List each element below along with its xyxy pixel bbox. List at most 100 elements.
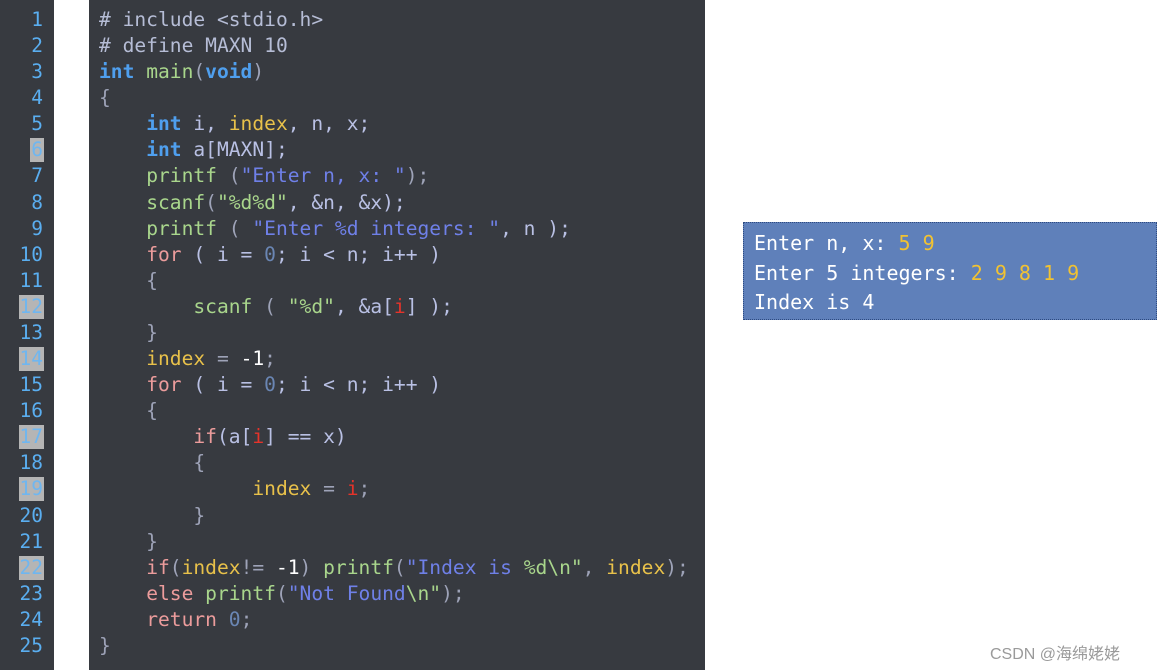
code-token: = [205, 347, 241, 371]
code-line: if(a[i] == x) [99, 424, 346, 450]
code-line: for ( i = 0; i < n; i++ ) [99, 242, 441, 268]
code-token: else [146, 581, 194, 605]
line-number-label: 25 [19, 633, 43, 657]
code-token: ( [205, 190, 217, 214]
console-prompt: Enter 5 integers: [754, 260, 971, 285]
code-token: ( [193, 60, 206, 84]
code-token: (a[ [216, 425, 253, 449]
line-number: 13 [0, 320, 54, 346]
code-line: return 0; [99, 607, 252, 633]
line-number: 1 [0, 7, 54, 33]
code-line: scanf ( "%d", &a[i] ); [99, 294, 453, 320]
code-token: } [99, 503, 206, 527]
code-token: ( i = [181, 242, 265, 266]
code-token: index [606, 555, 666, 579]
code-token: "Enter %d integers: " [252, 216, 501, 240]
code-token: ( [169, 555, 182, 579]
code-line: } [99, 633, 111, 659]
code-token: -1 [275, 555, 300, 579]
code-editor[interactable]: # include <stdio.h> # define MAXN 10 int m… [89, 0, 705, 670]
line-number-label: 11 [19, 268, 43, 292]
code-token: { [99, 268, 158, 292]
code-token: index [228, 112, 288, 136]
code-token: printf [205, 581, 276, 605]
line-number-label: 4 [31, 86, 43, 110]
line-number-label: 10 [19, 242, 43, 266]
code-token: ] ); [405, 294, 453, 318]
line-number: 2 [0, 33, 54, 59]
code-line: { [99, 268, 158, 294]
code-token: # define MAXN 10 [99, 34, 288, 58]
code-line: if(index!= -1) printf("Index is %d\n", i… [99, 555, 689, 581]
line-number-label: 7 [31, 164, 43, 188]
code-token: ; i < n; i++ ) [275, 373, 442, 397]
line-number-label: 6 [30, 138, 44, 163]
line-number-label: 2 [31, 34, 43, 58]
code-token: main [146, 60, 194, 84]
code-token: for [146, 242, 182, 266]
code-token: ) [252, 60, 265, 84]
code-line: } [99, 529, 158, 555]
code-token: scanf [193, 294, 253, 318]
line-number: 9 [0, 216, 54, 242]
code-token: printf [146, 216, 217, 240]
line-number-label: 23 [19, 581, 43, 605]
code-token: != [240, 555, 276, 579]
line-number-label: 12 [18, 294, 44, 319]
code-token: "Index is [405, 555, 524, 579]
code-line: int i, index, n, x; [99, 111, 370, 137]
code-token: "Enter n, x: " [240, 164, 406, 188]
code-token: ; [358, 477, 371, 501]
code-token: \n" [405, 581, 442, 605]
console-prompt: Enter n, x: [754, 231, 899, 255]
line-number-label: 17 [18, 425, 44, 450]
code-token: , &n, &x); [287, 190, 406, 214]
line-number-label: 1 [31, 8, 43, 31]
line-number-label: 16 [19, 399, 43, 423]
console-user-input: 2 9 8 1 9 [970, 260, 1080, 285]
code-token: void [205, 60, 253, 84]
code-token: "Not Found [287, 581, 406, 605]
line-number-label: 9 [31, 216, 43, 240]
code-line: { [99, 85, 111, 111]
code-line: } [99, 320, 158, 346]
code-token: index [146, 347, 206, 371]
code-token: } [99, 529, 158, 553]
line-number-label: 14 [18, 347, 44, 372]
code-token: , n, x; [287, 112, 371, 136]
line-number-label: 3 [31, 60, 43, 84]
line-number-label: 15 [19, 373, 43, 397]
code-line: int a[MAXN]; [99, 137, 288, 163]
code-token: ( [393, 555, 406, 579]
line-number: 18 [0, 450, 54, 476]
code-token: # include <stdio.h> [99, 8, 324, 31]
code-line: printf ( "Enter %d integers: ", n ); [99, 216, 571, 242]
console-line: Enter n, x: 5 9 [754, 229, 1156, 259]
code-token: ); [441, 581, 465, 605]
line-number: 17 [0, 424, 54, 450]
watermark: CSDN @海绵姥姥 [990, 646, 1121, 663]
line-number: 20 [0, 503, 54, 529]
line-number: 11 [0, 268, 54, 294]
line-number: 16 [0, 398, 54, 424]
line-number-label: 21 [19, 529, 43, 553]
code-token: 0 [264, 242, 276, 266]
line-number-label: 5 [31, 112, 43, 136]
code-token: = [311, 477, 347, 501]
code-token: } [99, 633, 111, 657]
code-token: i, [181, 112, 229, 136]
code-token: a[MAXN]; [181, 138, 288, 162]
code-line: else printf("Not Found\n"); [99, 581, 465, 607]
code-token: ); [665, 555, 689, 579]
line-number: 21 [0, 529, 54, 555]
line-number: 5 [0, 111, 54, 137]
code-token: , n ); [500, 216, 571, 240]
code-token: -1 [240, 347, 265, 371]
code-token: printf [323, 555, 394, 579]
